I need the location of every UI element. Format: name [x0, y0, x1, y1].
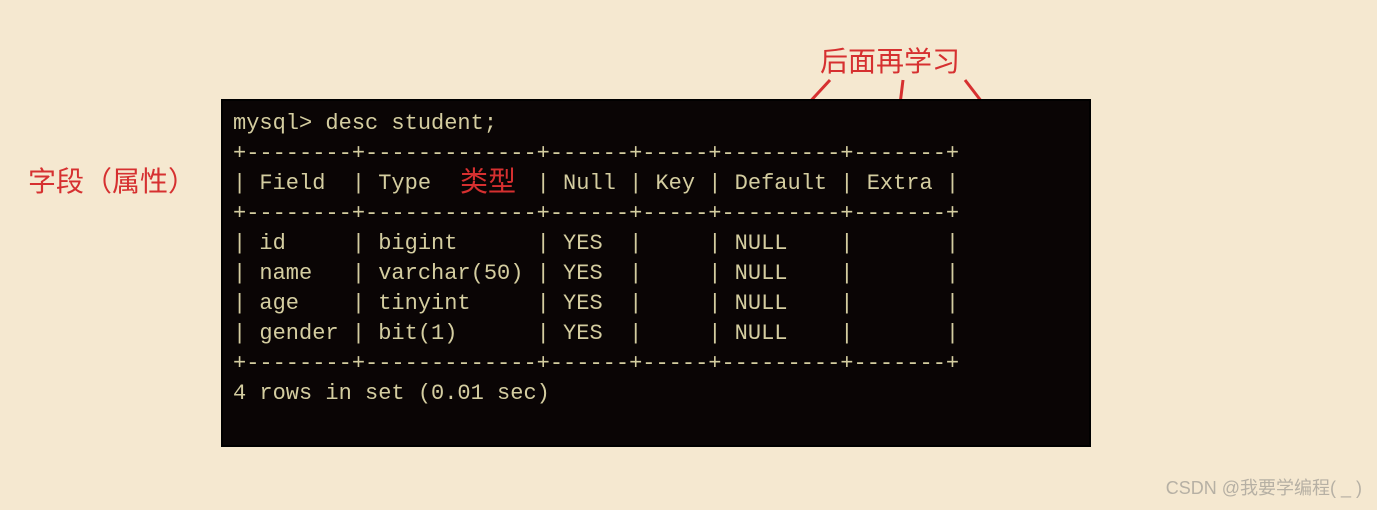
annotation-left: 字段（属性） — [28, 160, 196, 200]
terminal-footer: 4 rows in set (0.01 sec) — [233, 379, 1079, 409]
annotation-top: 后面再学习 — [820, 40, 960, 80]
table-header: | Field | Type | Null | Key | Default | … — [233, 169, 1079, 199]
table-row: | gender | bit(1) | YES | | NULL | | — [233, 319, 1079, 349]
watermark: CSDN @我要学编程( _ ) — [1166, 474, 1362, 500]
mysql-terminal: mysql> desc student; +--------+---------… — [221, 99, 1091, 447]
table-border-top: +--------+-------------+------+-----+---… — [233, 139, 1079, 169]
table-border-mid: +--------+-------------+------+-----+---… — [233, 199, 1079, 229]
table-row: | id | bigint | YES | | NULL | | — [233, 229, 1079, 259]
table-row: | name | varchar(50) | YES | | NULL | | — [233, 259, 1079, 289]
annotation-type: 类型 — [460, 160, 516, 200]
table-border-bottom: +--------+-------------+------+-----+---… — [233, 349, 1079, 379]
table-row: | age | tinyint | YES | | NULL | | — [233, 289, 1079, 319]
terminal-prompt: mysql> desc student; — [233, 109, 1079, 139]
